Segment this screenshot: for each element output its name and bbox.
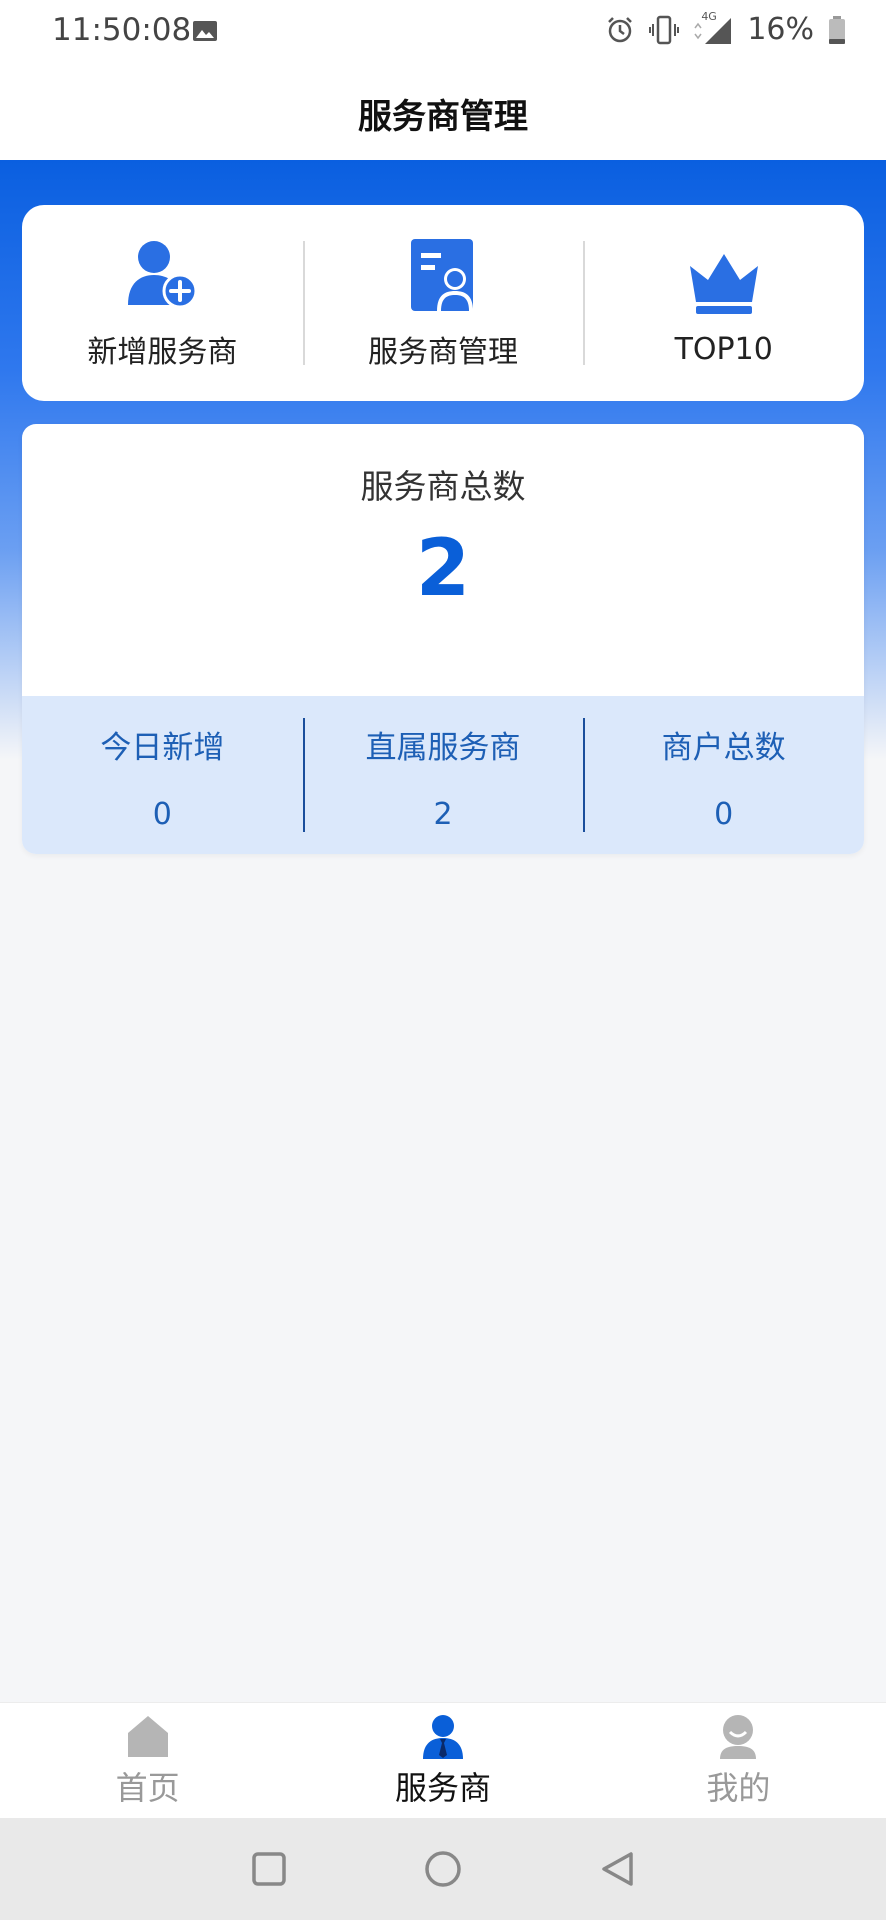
tab-label: 首页 [115, 1769, 180, 1807]
page-header: 服务商管理 [0, 66, 886, 160]
home-icon [127, 1716, 168, 1757]
back-button[interactable] [592, 1844, 642, 1894]
tab-providers[interactable]: 服务商 [295, 1703, 590, 1819]
crown-icon [689, 253, 758, 314]
gallery-notification-icon [193, 21, 217, 41]
square-icon [252, 1852, 286, 1886]
circle-icon [425, 1851, 461, 1887]
tab-label: 服务商 [394, 1769, 491, 1807]
add-provider-button[interactable]: 新增服务商 [22, 205, 303, 401]
top10-button[interactable]: TOP10 [583, 205, 864, 401]
tab-home[interactable]: 首页 [0, 1703, 295, 1819]
stat-direct-providers: 直属服务商 2 [302, 696, 584, 854]
tab-mine[interactable]: 我的 [591, 1703, 886, 1819]
system-navigation-bar [0, 1818, 886, 1920]
stats-title: 服务商总数 [360, 467, 526, 506]
quick-actions-card: 新增服务商 服务商管理 TOP10 [22, 205, 864, 401]
top10-label: TOP10 [674, 331, 773, 367]
stats-card: 服务商总数 2 今日新增 0 直属服务商 2 商户总数 0 [22, 424, 864, 854]
stat-value: 2 [433, 797, 453, 832]
tab-label: 我的 [706, 1769, 771, 1807]
stats-total-value: 2 [415, 524, 471, 614]
user-profile-doc-icon [411, 239, 473, 311]
provider-management-button[interactable]: 服务商管理 [302, 205, 584, 401]
alarm-icon [608, 16, 633, 42]
stat-value: 0 [714, 797, 734, 832]
back-triangle-icon [602, 1852, 633, 1886]
signal-icon: 4G [693, 10, 733, 46]
stat-merchant-total: 商户总数 0 [583, 696, 864, 854]
battery-icon [829, 15, 845, 44]
agent-icon [422, 1715, 463, 1759]
add-user-icon [128, 241, 198, 309]
battery-percent: 16% [747, 12, 814, 47]
stat-label: 直属服务商 [365, 730, 521, 766]
stat-label: 商户总数 [661, 730, 786, 766]
profile-icon [720, 1715, 757, 1759]
bottom-tab-bar: 首页 服务商 我的 [0, 1702, 886, 1819]
stat-label: 今日新增 [100, 730, 225, 766]
stats-breakdown: 今日新增 0 直属服务商 2 商户总数 0 [22, 696, 864, 854]
provider-management-label: 服务商管理 [368, 335, 518, 370]
status-bar: 11:50:08 4G 16% [0, 0, 886, 66]
status-time: 11:50:08 [52, 12, 192, 48]
recents-button[interactable] [244, 1844, 294, 1894]
stat-today-new: 今日新增 0 [22, 696, 303, 854]
home-button[interactable] [418, 1844, 468, 1894]
vibrate-icon [649, 15, 680, 44]
page-title: 服务商管理 [358, 96, 528, 137]
stat-value: 0 [152, 797, 172, 832]
add-provider-label: 新增服务商 [87, 335, 238, 370]
